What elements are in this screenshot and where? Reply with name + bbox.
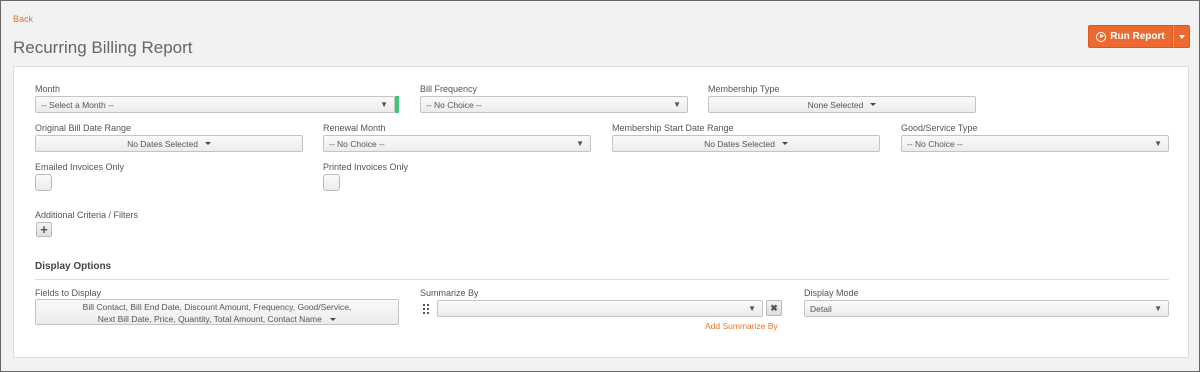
bill-frequency-select[interactable]: -- No Choice -- ▼ — [420, 96, 688, 113]
display-mode-label: Display Mode — [804, 288, 859, 298]
summarize-by-label: Summarize By — [420, 288, 479, 298]
fields-to-display-line1: Bill Contact, Bill End Date, Discount Am… — [82, 302, 352, 312]
month-select[interactable]: -- Select a Month -- ▼ — [35, 96, 395, 113]
drag-handle-icon[interactable] — [423, 304, 431, 314]
bill-frequency-label: Bill Frequency — [420, 84, 478, 94]
renewal-month-select[interactable]: -- No Choice -- ▼ — [323, 135, 591, 152]
plus-icon: + — [40, 222, 48, 237]
add-criteria-button[interactable]: + — [36, 222, 52, 237]
membership-start-date-range-value: No Dates Selected — [704, 138, 775, 149]
month-label: Month — [35, 84, 61, 94]
page-title: Recurring Billing Report — [13, 38, 193, 57]
report-criteria-panel: Month -- Select a Month -- ▼ Bill Freque… — [13, 66, 1189, 358]
fields-to-display-label: Fields to Display — [35, 288, 102, 298]
add-summarize-by-link[interactable]: Add Summarize By — [705, 321, 778, 331]
bill-frequency-value: -- No Choice -- — [426, 99, 482, 110]
run-report-button[interactable]: Run Report — [1088, 25, 1173, 48]
back-link[interactable]: Back — [13, 14, 33, 24]
membership-type-label: Membership Type — [708, 84, 780, 94]
fields-to-display-line2: Next Bill Date, Price, Quantity, Total A… — [97, 314, 322, 324]
section-divider — [35, 279, 1169, 280]
chevron-down-icon: ▼ — [380, 100, 388, 109]
membership-start-date-range-label: Membership Start Date Range — [612, 123, 734, 133]
play-circle-icon — [1096, 31, 1107, 42]
summarize-by-select[interactable]: ▼ — [437, 300, 763, 317]
run-report-group: Run Report — [1088, 25, 1190, 48]
display-options-heading: Display Options — [35, 261, 112, 272]
original-bill-date-range-value: No Dates Selected — [127, 138, 198, 149]
good-service-type-value: -- No Choice -- — [907, 138, 963, 149]
membership-type-value: None Selected — [807, 99, 864, 110]
renewal-month-value: -- No Choice -- — [329, 138, 385, 149]
valid-indicator — [395, 96, 399, 113]
good-service-type-select[interactable]: -- No Choice -- ▼ — [901, 135, 1169, 152]
chevron-down-icon: ▼ — [1154, 304, 1162, 313]
original-bill-date-range-picker[interactable]: No Dates Selected — [35, 135, 303, 152]
run-report-dropdown-toggle[interactable] — [1173, 25, 1190, 48]
close-icon: ✖ — [770, 303, 778, 313]
additional-criteria-label: Additional Criteria / Filters — [35, 210, 139, 220]
membership-start-date-range-picker[interactable]: No Dates Selected — [612, 135, 880, 152]
chevron-down-icon: ▼ — [1154, 139, 1162, 148]
run-report-label: Run Report — [1110, 31, 1165, 42]
remove-summarize-button[interactable]: ✖ — [766, 300, 782, 316]
display-mode-select[interactable]: Detail ▼ — [804, 300, 1169, 317]
caret-down-icon — [330, 318, 337, 322]
emailed-invoices-only-label: Emailed Invoices Only — [35, 162, 125, 172]
chevron-down-icon: ▼ — [748, 304, 756, 313]
caret-down-icon — [781, 142, 788, 145]
chevron-down-icon: ▼ — [673, 100, 681, 109]
display-mode-value: Detail — [810, 303, 832, 314]
printed-invoices-only-checkbox[interactable] — [323, 174, 340, 191]
chevron-down-icon: ▼ — [576, 139, 584, 148]
original-bill-date-range-label: Original Bill Date Range — [35, 123, 132, 133]
membership-type-multiselect[interactable]: None Selected — [708, 96, 976, 113]
printed-invoices-only-label: Printed Invoices Only — [323, 162, 409, 172]
caret-down-icon — [1178, 34, 1185, 39]
caret-down-icon — [204, 142, 211, 145]
caret-down-icon — [870, 103, 877, 106]
month-value: -- Select a Month -- — [41, 99, 114, 110]
renewal-month-label: Renewal Month — [323, 123, 386, 133]
fields-to-display-multiselect[interactable]: Bill Contact, Bill End Date, Discount Am… — [35, 299, 399, 325]
emailed-invoices-only-checkbox[interactable] — [35, 174, 52, 191]
good-service-type-label: Good/Service Type — [901, 123, 978, 133]
